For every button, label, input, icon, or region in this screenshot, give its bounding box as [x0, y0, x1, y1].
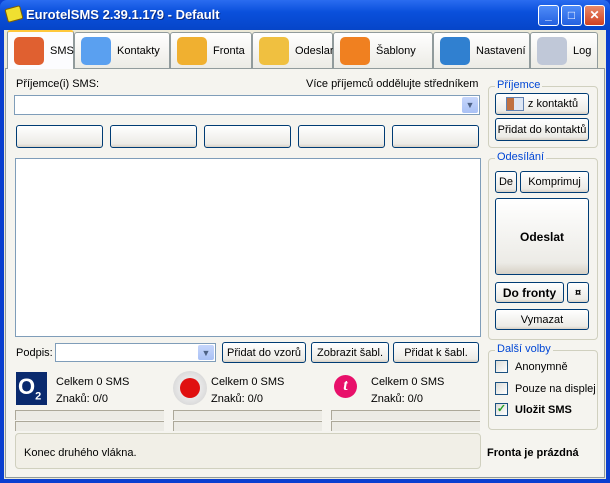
quick-button-3[interactable] [204, 125, 291, 148]
tmobile-progress-2 [331, 421, 480, 431]
tab-label: Nastavení [476, 44, 526, 57]
tab-fronta[interactable]: Fronta [170, 32, 252, 68]
recipients-combo[interactable]: ▼ [14, 95, 480, 115]
checkbox[interactable]: ✓ [495, 403, 508, 416]
add-pattern-button[interactable]: Přidat do vzorů [222, 342, 306, 363]
t-mobile-logo: t [334, 375, 357, 398]
status-text: Konec druhého vlákna. [24, 447, 137, 459]
tmobile-progress-1 [331, 410, 480, 420]
send-button[interactable]: Odeslat [495, 198, 589, 275]
tab-label: Log [573, 44, 592, 57]
contact-card-icon [505, 97, 524, 111]
folder-clock-icon [177, 36, 207, 65]
settings-check-icon [440, 36, 470, 65]
vodafone-total: Celkem 0 SMS [211, 376, 285, 388]
from-contacts-button[interactable]: z kontaktů [495, 93, 589, 115]
tab-kontakty[interactable]: Kontakty [74, 32, 170, 68]
from-contacts-label: z kontaktů [527, 98, 579, 110]
vodafone-logo [173, 371, 207, 405]
vodafone-chars: Znaků: 0/0 [211, 393, 263, 405]
option-3[interactable]: ✓ Uložit SMS [495, 403, 572, 416]
o2-progress-2 [15, 421, 164, 431]
option-1[interactable]: Anonymně [495, 360, 568, 373]
o2-logo: O2 [16, 372, 47, 405]
tab-sms[interactable]: SMS [7, 30, 74, 69]
option-label: Pouze na displej [515, 382, 596, 395]
tab-log[interactable]: Log [530, 32, 598, 68]
send-group-label: Odesílání [495, 151, 547, 163]
recipients-hint: Více příjemců oddělujte středníkem [306, 78, 479, 90]
vodafone-progress-2 [173, 421, 322, 431]
option-label: Anonymně [515, 360, 568, 373]
tab-label: Fronta [213, 44, 245, 57]
window-title: EurotelSMS 2.39.1.179 - Default [26, 7, 220, 22]
signature-label: Podpis: [16, 347, 53, 359]
quick-button-2[interactable] [110, 125, 197, 148]
recipient-group-label: Příjemce [495, 79, 543, 91]
de-button[interactable]: De [495, 171, 517, 193]
quick-button-5[interactable] [392, 125, 479, 148]
vodafone-progress-1 [173, 410, 322, 420]
tab-sablony[interactable]: Šablony [333, 32, 433, 68]
o2-progress-1 [15, 410, 164, 420]
compress-button[interactable]: Komprimuj [520, 171, 589, 193]
options-group-label: Další volby [495, 343, 553, 355]
minimize-button[interactable]: _ [538, 5, 559, 26]
queue-extra-button[interactable]: ¤ [567, 282, 589, 303]
chevron-down-icon[interactable]: ▼ [462, 97, 478, 113]
option-2[interactable]: Pouze na displej [495, 382, 596, 395]
folder-paper-icon [259, 36, 289, 65]
maximize-button[interactable]: □ [561, 5, 582, 26]
show-templates-button[interactable]: Zobrazit šabl. [311, 342, 389, 363]
o2-total: Celkem 0 SMS [56, 376, 130, 388]
clear-button[interactable]: Vymazat [495, 309, 589, 330]
queue-status: Fronta je prázdná [487, 447, 579, 459]
tab-label: Kontakty [117, 44, 160, 57]
checkbox[interactable] [495, 382, 508, 395]
signature-combo[interactable]: ▼ [55, 343, 216, 362]
tab-odeslane[interactable]: Odeslané [252, 32, 342, 68]
message-textarea[interactable] [15, 158, 481, 337]
quick-button-4[interactable] [298, 125, 385, 148]
tab-nastaveni[interactable]: Nastavení [433, 32, 530, 68]
checkbox[interactable] [495, 360, 508, 373]
status-box: Konec druhého vlákna. [15, 433, 481, 469]
chevron-down-icon[interactable]: ▼ [198, 345, 214, 360]
folder-arrow-icon [340, 36, 370, 65]
close-button[interactable]: ✕ [584, 5, 605, 26]
tab-label: SMS [50, 44, 74, 57]
add-template-button[interactable]: Přidat k šabl. [393, 342, 479, 363]
o2-chars: Znaků: 0/0 [56, 393, 108, 405]
people-icon [81, 36, 111, 65]
quick-button-1[interactable] [16, 125, 103, 148]
document-icon [537, 36, 567, 65]
add-to-contacts-button[interactable]: Přidat do kontaktů [495, 118, 589, 141]
queue-button[interactable]: Do fronty [495, 282, 564, 303]
recipients-label: Příjemce(i) SMS: [16, 78, 100, 90]
tab-label: Šablony [376, 44, 416, 57]
tmobile-chars: Znaků: 0/0 [371, 393, 423, 405]
tmobile-total: Celkem 0 SMS [371, 376, 445, 388]
pencil-paper-icon [14, 36, 44, 65]
option-label: Uložit SMS [515, 403, 572, 416]
